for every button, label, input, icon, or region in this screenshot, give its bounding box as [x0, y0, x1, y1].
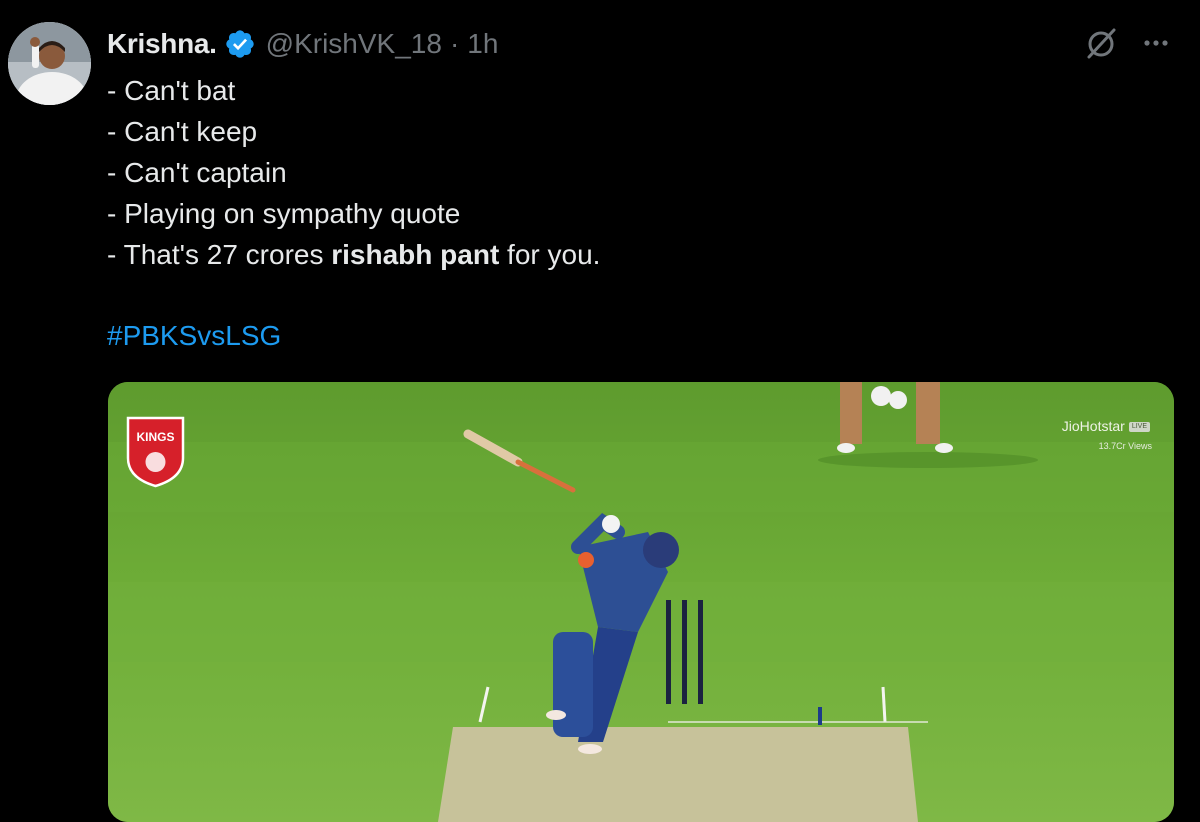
live-badge: LIVE: [1128, 422, 1150, 433]
hashtag-link[interactable]: #PBKSvsLSG: [107, 315, 281, 356]
avatar[interactable]: [8, 22, 91, 105]
views-count: 13.7Cr Views: [1098, 441, 1152, 451]
avatar-image: [8, 22, 91, 105]
tweet-line: - Can't keep: [107, 116, 258, 147]
tweet-header: Krishna. @KrishVK_18 · 1h: [107, 26, 498, 62]
media-image: KINGS: [108, 382, 1174, 822]
tweet-line: - Can't captain: [107, 157, 287, 188]
tweet-line: - Playing on sympathy quote: [107, 198, 461, 229]
tweet-line-bold: rishabh pant: [331, 239, 500, 270]
watermark-text: JioHotstar: [1061, 418, 1125, 434]
author-name[interactable]: Krishna.: [107, 28, 217, 60]
tweet-line-prefix: - That's 27 crores: [107, 239, 332, 270]
broadcast-watermark: JioHotstar LIVE: [1040, 418, 1150, 434]
more-options-icon[interactable]: [1139, 27, 1173, 59]
grok-icon[interactable]: [1083, 25, 1119, 61]
author-handle[interactable]: @KrishVK_18: [266, 28, 442, 60]
tweet-text: - Can't bat - Can't keep - Can't captain…: [107, 70, 600, 275]
kings-logo-text: KINGS: [136, 430, 174, 444]
tweet-line-suffix: for you.: [499, 239, 601, 270]
tweet-line: - Can't bat: [107, 75, 236, 106]
verified-badge-icon[interactable]: [224, 28, 256, 60]
post-time[interactable]: 1h: [467, 28, 498, 60]
tweet-line-last: - That's 27 crores rishabh pant for you.: [107, 234, 600, 275]
separator-dot: ·: [449, 28, 460, 59]
tweet-media[interactable]: KINGS JioHotstar LIVE 13.7Cr Views: [108, 382, 1174, 822]
